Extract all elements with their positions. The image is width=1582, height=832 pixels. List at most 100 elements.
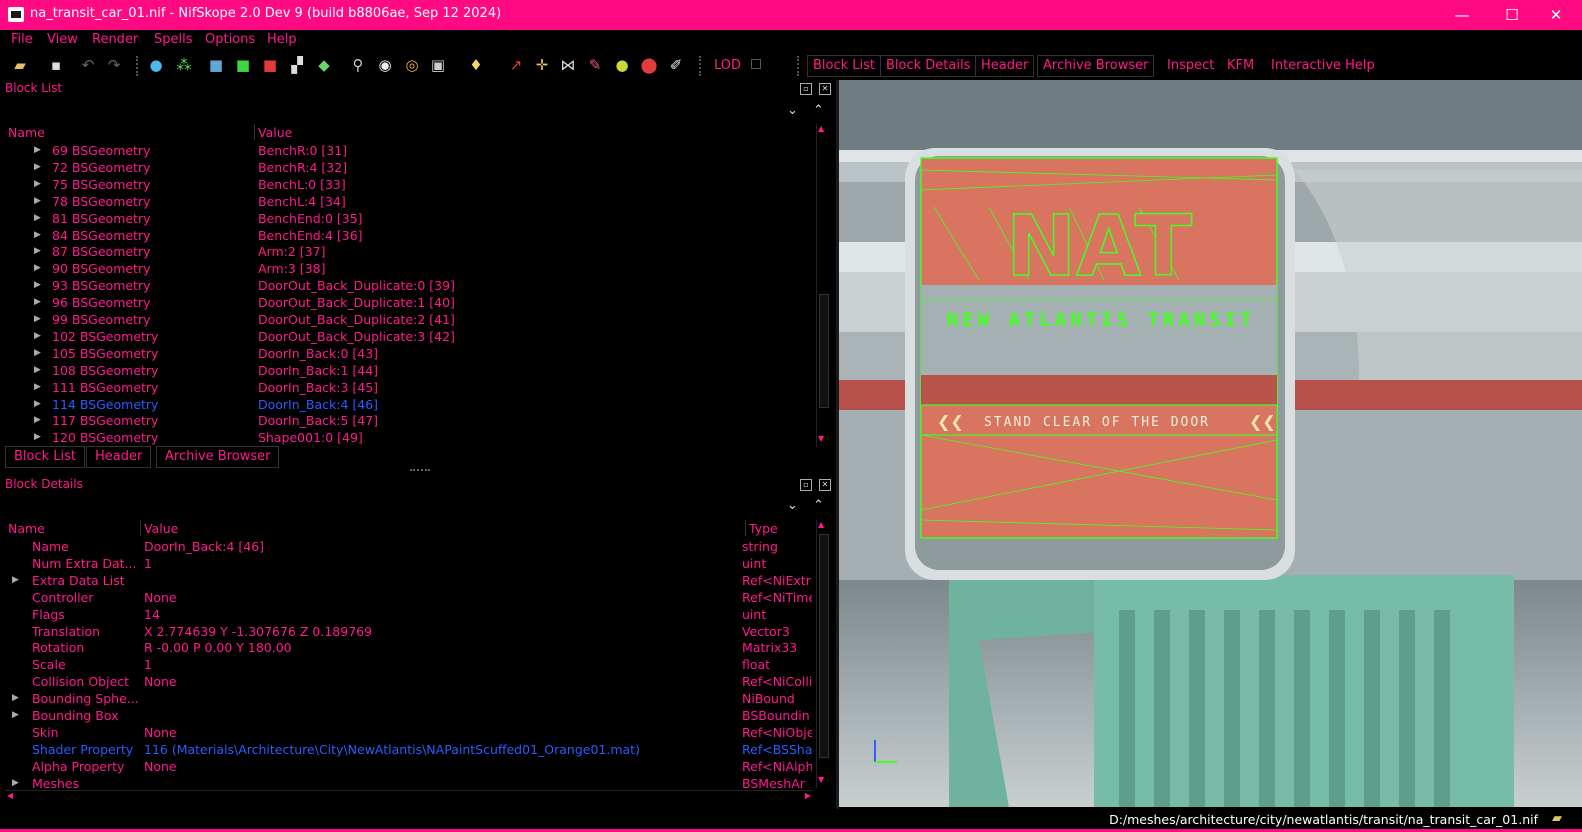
expand-arrow-icon[interactable]: ▶ [12,707,19,724]
menu-options[interactable]: Options [205,32,255,47]
folder-icon[interactable]: ▰ [1552,811,1562,826]
menu-spells[interactable]: Spells [154,32,193,47]
axes-icon[interactable]: ✛ [532,55,552,75]
menu-view[interactable]: View [47,32,78,47]
tab-block-details[interactable]: Block Details [880,55,977,77]
close-button[interactable]: ✕ [1536,3,1576,27]
globe-icon[interactable]: ● [146,55,166,75]
view-side-icon[interactable]: ■ [260,55,280,75]
vertex-icon[interactable]: ↗ [506,55,526,75]
col-header-name[interactable]: Name [8,521,45,536]
tab-header[interactable]: Header [975,55,1035,77]
bottom-tab-header[interactable]: Header [86,446,152,468]
block-list-row[interactable]: ▶ 105 BSGeometry DoorIn_Back:0 [43] [0,345,812,362]
menu-render[interactable]: Render [92,32,138,47]
expand-arrow-icon[interactable]: ▶ [34,277,41,294]
marker-icon[interactable]: ⬤ [639,55,659,75]
bottom-tab-archive-browser[interactable]: Archive Browser [156,446,280,468]
detail-row[interactable]: Num Extra Dat... 1 uint [0,555,812,572]
block-list-row[interactable]: ▶ 96 BSGeometry DoorOut_Back_Duplicate:1 [… [0,294,812,311]
walk-icon[interactable]: ⚲ [348,55,368,75]
block-list-row[interactable]: ▶ 108 BSGeometry DoorIn_Back:1 [44] [0,362,812,379]
block-list-row[interactable]: ▶ 75 BSGeometry BenchL:0 [33] [0,176,812,193]
block-list-row[interactable]: ▶ 69 BSGeometry BenchR:0 [31] [0,142,812,159]
expand-arrow-icon[interactable]: ▶ [34,379,41,396]
detail-row[interactable]: Flags 14 uint [0,606,812,623]
expand-arrow-icon[interactable]: ▶ [34,396,41,413]
expand-all-icon[interactable]: ⌃ [813,499,824,513]
block-list-scrollbar[interactable]: ▲ ▼ [816,124,829,447]
nodes-icon[interactable]: ⁂ [174,55,194,75]
render-viewport[interactable]: NAT NEW ATLANTIS TRANSIT ❮❮ ❮❮ STAND CLE… [839,80,1582,807]
detail-row[interactable]: ▶ Bounding Box BSBoundin [0,707,812,724]
float-icon[interactable]: ▫ [800,83,812,95]
detail-row[interactable]: Controller None Ref<NiTime [0,589,812,606]
block-list-row[interactable]: ▶ 114 BSGeometry DoorIn_Back:4 [46] [0,396,812,413]
col-header-type[interactable]: Type [749,521,778,536]
view-axes-cube-icon[interactable]: ◆ [314,55,334,75]
horizontal-scrollbar[interactable]: ◀ ▶ [5,790,813,801]
block-list-row[interactable]: ▶ 99 BSGeometry DoorOut_Back_Duplicate:2 [… [0,311,812,328]
expand-arrow-icon[interactable]: ▶ [34,328,41,345]
expand-arrow-icon[interactable]: ▶ [34,412,41,429]
scroll-thumb[interactable] [819,534,829,758]
expand-arrow-icon[interactable]: ▶ [34,429,41,446]
menu-file[interactable]: File [11,32,33,47]
close-panel-icon[interactable]: ✕ [819,83,831,95]
expand-arrow-icon[interactable]: ▶ [34,210,41,227]
block-list-row[interactable]: ▶ 72 BSGeometry BenchR:4 [32] [0,159,812,176]
block-details-scrollbar[interactable]: ▲ ▼ [816,520,829,788]
view-front-icon[interactable]: ■ [233,55,253,75]
column-divider[interactable] [254,124,255,140]
toolbar-grip[interactable] [136,56,142,76]
detail-row[interactable]: Name DoorIn_Back:4 [46] string [0,538,812,555]
minimize-button[interactable]: — [1442,3,1482,27]
expand-arrow-icon[interactable]: ▶ [34,176,41,193]
block-list-row[interactable]: ▶ 81 BSGeometry BenchEnd:0 [35] [0,210,812,227]
tab-archive-browser[interactable]: Archive Browser [1037,55,1155,77]
expand-arrow-icon[interactable]: ▶ [34,345,41,362]
furniture-icon[interactable]: ✐ [666,55,686,75]
view-user-icon[interactable]: ▞ [287,55,307,75]
close-panel-icon[interactable]: ✕ [819,479,831,491]
col-header-name[interactable]: Name [8,125,45,140]
block-list-row[interactable]: ▶ 111 BSGeometry DoorIn_Back:3 [45] [0,379,812,396]
col-header-value[interactable]: Value [144,521,178,536]
expand-arrow-icon[interactable]: ▶ [34,311,41,328]
skeleton-icon[interactable]: ⋈ [558,55,578,75]
menu-help[interactable]: Help [267,32,297,47]
block-list-row[interactable]: ▶ 78 BSGeometry BenchL:4 [34] [0,193,812,210]
detail-row[interactable]: Alpha Property None Ref<NiAlph [0,758,812,775]
maximize-button[interactable]: ☐ [1492,3,1532,27]
column-divider[interactable] [745,520,746,536]
detail-row[interactable]: Collision Object None Ref<NiColli [0,673,812,690]
expand-arrow-icon[interactable]: ▶ [12,572,19,589]
view-top-icon[interactable]: ■ [206,55,226,75]
lightbulb-icon[interactable]: ♦ [466,55,486,75]
col-header-value[interactable]: Value [258,125,292,140]
detail-row[interactable]: Shader Property 116 (Materials\Architectu… [0,741,812,758]
redo-icon[interactable]: ↷ [104,55,124,75]
expand-arrow-icon[interactable]: ▶ [34,362,41,379]
detail-row[interactable]: Scale 1 float [0,656,812,673]
pencil-icon[interactable]: ✎ [585,55,605,75]
expand-arrow-icon[interactable]: ▶ [34,142,41,159]
detail-row[interactable]: ▶ Extra Data List Ref<NiExtr [0,572,812,589]
detail-row[interactable]: Rotation R -0.00 P 0.00 Y 180.00 Matrix33 [0,639,812,656]
undo-icon[interactable]: ↶ [78,55,98,75]
expand-arrow-icon[interactable]: ▶ [12,690,19,707]
block-list-row[interactable]: ▶ 93 BSGeometry DoorOut_Back_Duplicate:0 [… [0,277,812,294]
toolbar-grip-3[interactable] [797,56,803,76]
float-icon[interactable]: ▫ [800,479,812,491]
screenshot-icon[interactable]: ▣ [428,55,448,75]
expand-arrow-icon[interactable]: ▶ [34,260,41,277]
eye-selection-icon[interactable]: ◎ [402,55,422,75]
expand-arrow-icon[interactable]: ▶ [34,294,41,311]
detail-row[interactable]: Translation X 2.774639 Y -1.307676 Z 0.18… [0,623,812,640]
expand-arrow-icon[interactable]: ▶ [34,193,41,210]
link-interactive-help[interactable]: Interactive Help [1271,56,1375,76]
expand-arrow-icon[interactable]: ▶ [34,159,41,176]
block-list-row[interactable]: ▶ 87 BSGeometry Arm:2 [37] [0,243,812,260]
column-divider[interactable] [140,520,141,536]
block-list-row[interactable]: ▶ 117 BSGeometry DoorIn_Back:5 [47] [0,412,812,429]
